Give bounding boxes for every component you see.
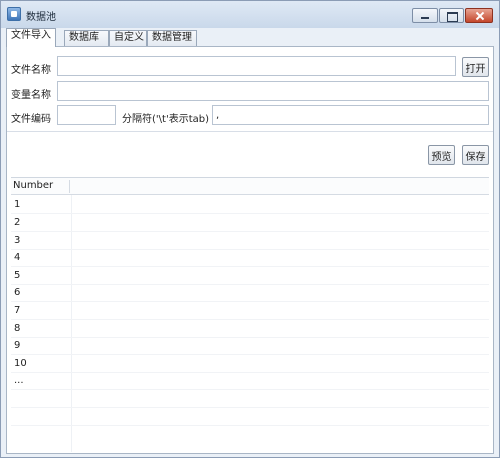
tab-custom[interactable]: 自定义 [109, 30, 147, 46]
table-cell: 2 [14, 217, 21, 228]
table-row[interactable]: 7 [11, 302, 489, 320]
table-header: Number [11, 178, 489, 195]
table-row[interactable]: 6 [11, 284, 489, 302]
table-row[interactable]: 9 [11, 337, 489, 355]
table-row [11, 408, 489, 426]
form-divider [7, 131, 493, 132]
table-row[interactable]: 3 [11, 232, 489, 250]
file-name-label: 文件名称 [11, 65, 51, 76]
encoding-label: 文件编码 [11, 114, 51, 125]
app-icon [7, 7, 21, 21]
table-cell: 4 [14, 252, 21, 263]
file-import-panel: 文件名称 打开 变量名称 文件编码 分隔符('\t'表示tab) 预览 保存 N… [6, 46, 494, 454]
maximize-icon[interactable] [439, 8, 464, 23]
table-cell: 9 [14, 340, 21, 351]
table-row[interactable]: 5 [11, 267, 489, 285]
preview-table[interactable]: Number 1 2 3 4 5 6 7 8 9 10 ... [11, 177, 489, 452]
table-cell: 8 [14, 323, 21, 334]
separator-label: 分隔符('\t'表示tab) [122, 114, 209, 125]
table-cell: 1 [14, 199, 21, 210]
table-cell: 6 [14, 287, 21, 298]
separator-field[interactable] [212, 105, 489, 125]
tab-database[interactable]: 数据库 [64, 30, 109, 46]
table-row[interactable]: 2 [11, 214, 489, 232]
preview-button[interactable]: 预览 [428, 145, 455, 165]
table-cell: 7 [14, 305, 21, 316]
title-bar[interactable]: 数据池 [1, 1, 499, 28]
tab-data-management[interactable]: 数据管理 [147, 30, 197, 46]
close-icon[interactable] [465, 8, 493, 23]
var-name-field[interactable] [57, 81, 489, 101]
table-row[interactable]: 8 [11, 320, 489, 338]
table-cell: ... [14, 375, 24, 386]
table-row[interactable]: 10 [11, 355, 489, 373]
table-cell: 5 [14, 270, 21, 281]
table-row[interactable]: ... [11, 372, 489, 390]
minimize-icon[interactable] [412, 8, 438, 23]
var-name-label: 变量名称 [11, 90, 51, 101]
table-cell: 10 [14, 358, 27, 369]
window-title: 数据池 [26, 12, 56, 23]
open-button[interactable]: 打开 [462, 57, 489, 77]
encoding-field[interactable] [57, 105, 116, 125]
data-pool-window: 数据池 文件导入 数据库 自定义 数据管理 文件名称 打开 变量名称 文件编码 … [0, 0, 500, 458]
table-row [11, 390, 489, 408]
file-name-field[interactable] [57, 56, 456, 76]
tab-strip: 文件导入 数据库 自定义 数据管理 [6, 28, 496, 47]
table-cell: 3 [14, 235, 21, 246]
table-row[interactable]: 4 [11, 249, 489, 267]
save-button[interactable]: 保存 [462, 145, 489, 165]
tab-file-import[interactable]: 文件导入 [6, 28, 56, 47]
table-row[interactable]: 1 [11, 196, 489, 214]
column-header-number[interactable]: Number [13, 180, 70, 193]
